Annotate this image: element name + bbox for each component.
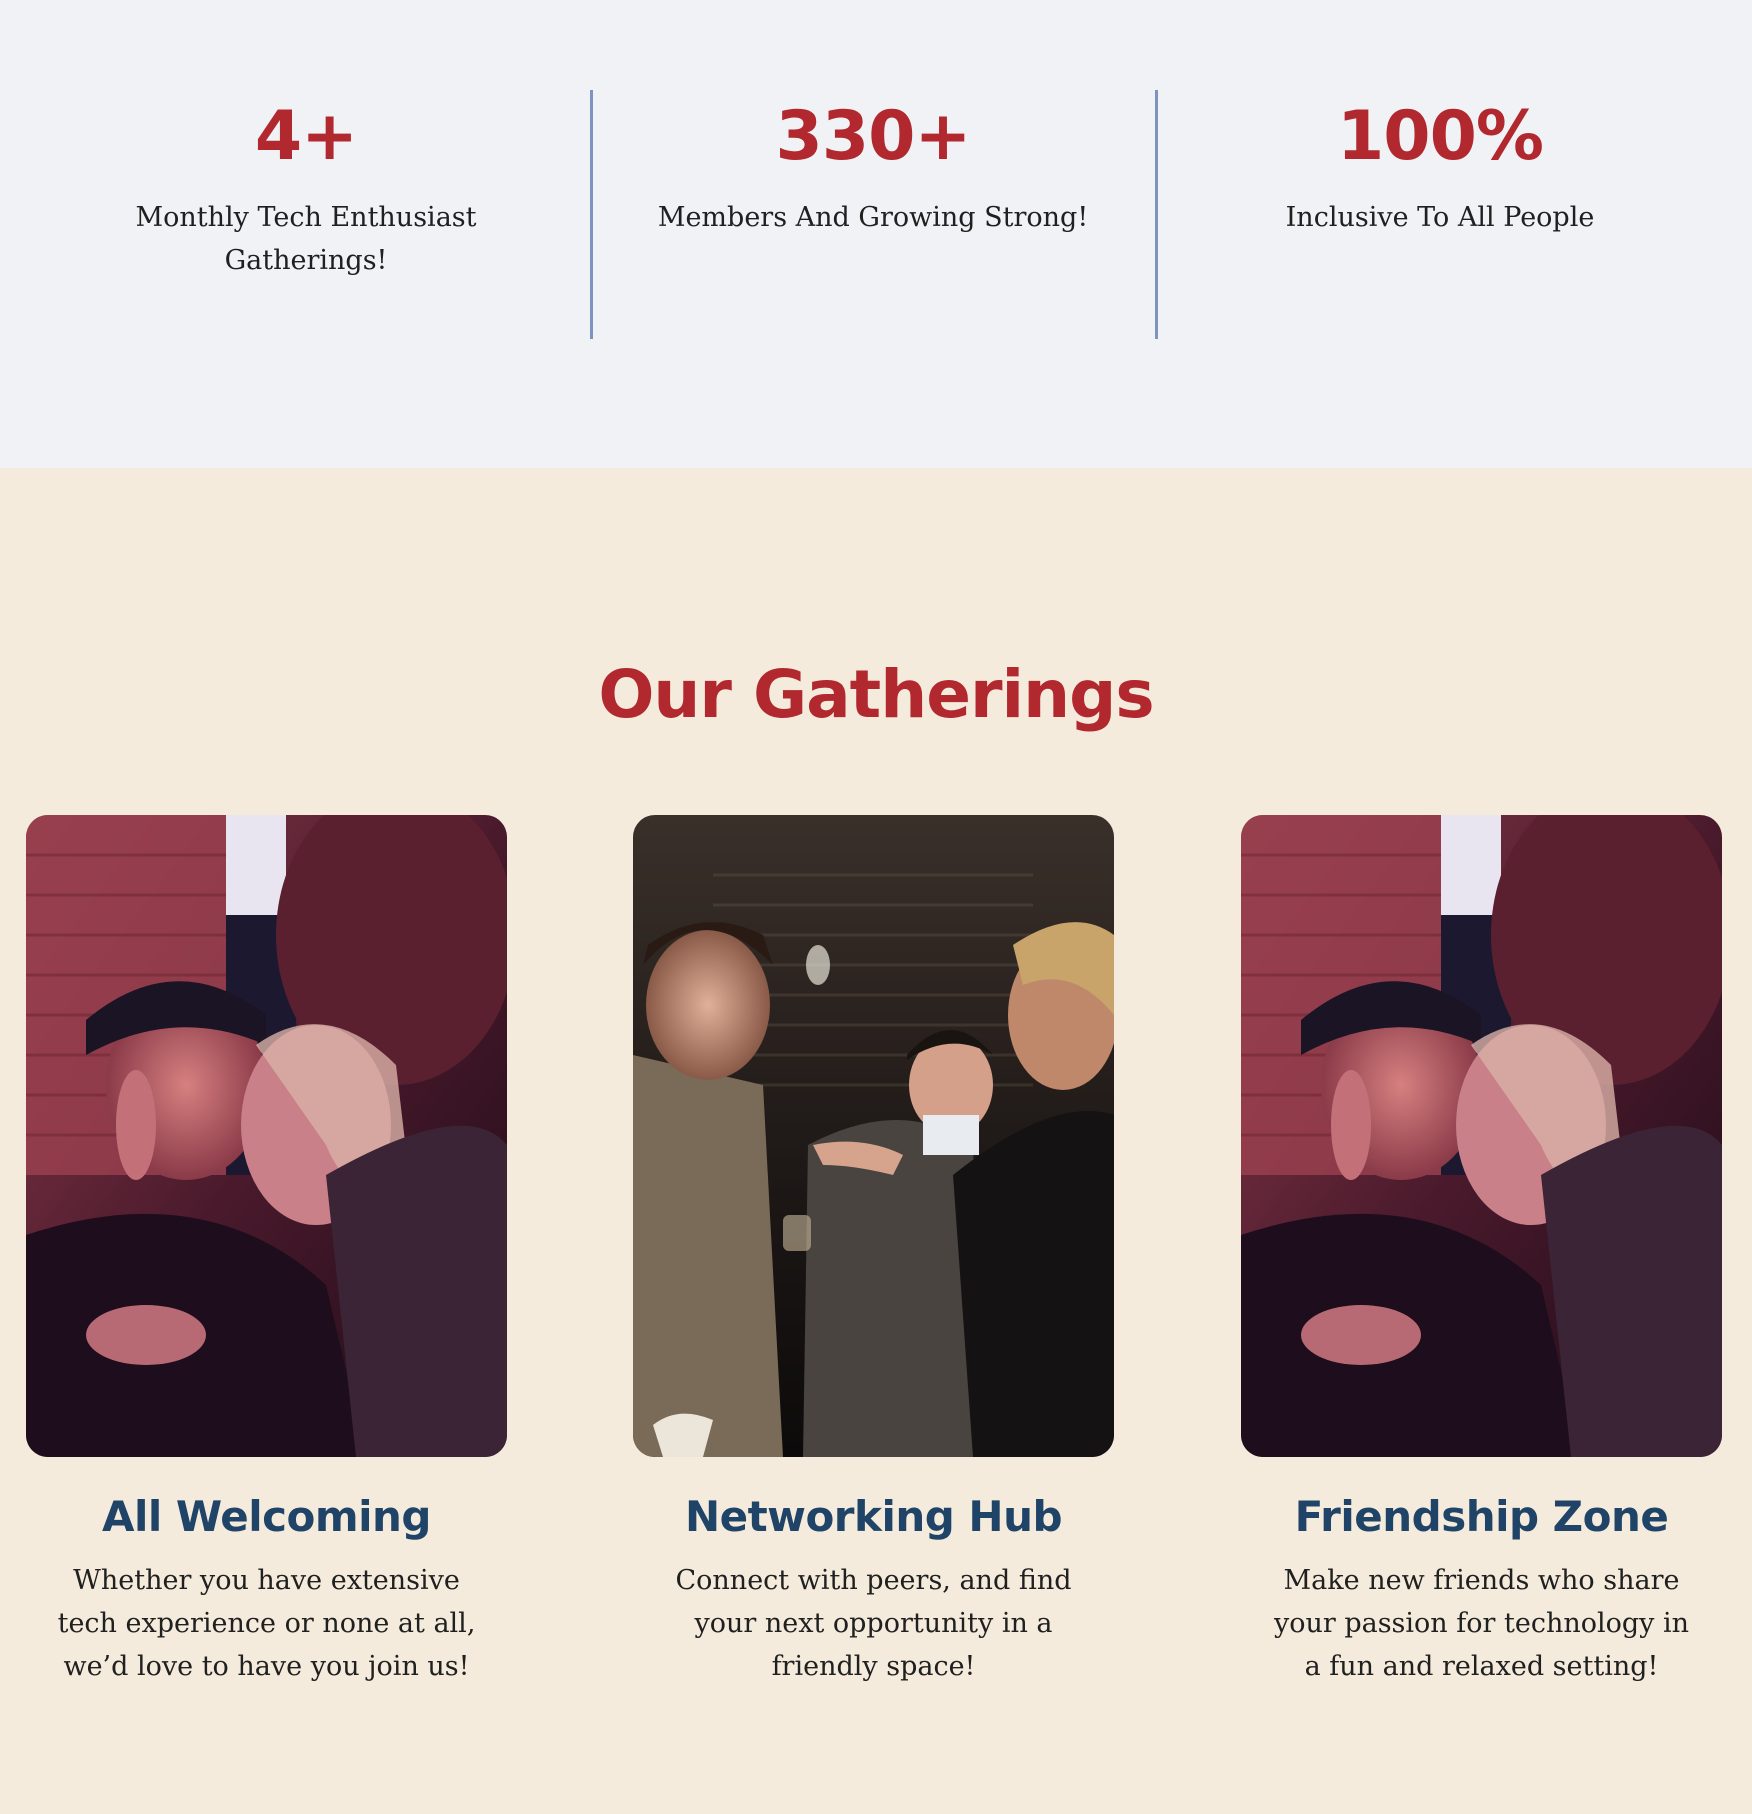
stat-label: Members And Growing Strong! [657, 202, 1089, 233]
gathering-card-networking-hub: Networking Hub Connect with peers, and f… [633, 815, 1114, 1688]
card-text: Make new friends who share your passion … [1273, 1565, 1690, 1682]
card-text: Connect with peers, and find your next o… [675, 1565, 1072, 1682]
gathering-photo [26, 815, 507, 1457]
gatherings-section: Our Gatherings All Welcoming Whether you… [0, 468, 1752, 1814]
people-talking-photo [26, 815, 507, 1457]
gathering-card-friendship-zone: Friendship Zone Make new friends who sha… [1241, 815, 1722, 1688]
stat-label: Monthly Tech Enthusiast Gatherings! [135, 202, 477, 276]
people-talking-photo [1241, 815, 1722, 1457]
gathering-card-all-welcoming: All Welcoming Whether you have extensive… [26, 815, 507, 1688]
gathering-photo [633, 815, 1114, 1457]
card-title: Networking Hub [684, 1492, 1063, 1541]
stat-divider [590, 90, 593, 339]
stat-value: 4+ [254, 97, 358, 176]
stats-section: 4+ Monthly Tech Enthusiast Gatherings! 3… [0, 0, 1752, 468]
card-title: Friendship Zone [1294, 1492, 1669, 1541]
card-text: Whether you have extensive tech experien… [57, 1565, 476, 1682]
stat-value: 100% [1336, 97, 1544, 176]
card-title: All Welcoming [101, 1492, 432, 1541]
stat-value: 330+ [775, 97, 972, 176]
stat-divider [1155, 90, 1158, 339]
section-title: Our Gatherings [598, 656, 1154, 733]
gathering-photo [1241, 815, 1722, 1457]
stat-label: Inclusive To All People [1285, 202, 1595, 233]
people-networking-photo [633, 815, 1114, 1457]
